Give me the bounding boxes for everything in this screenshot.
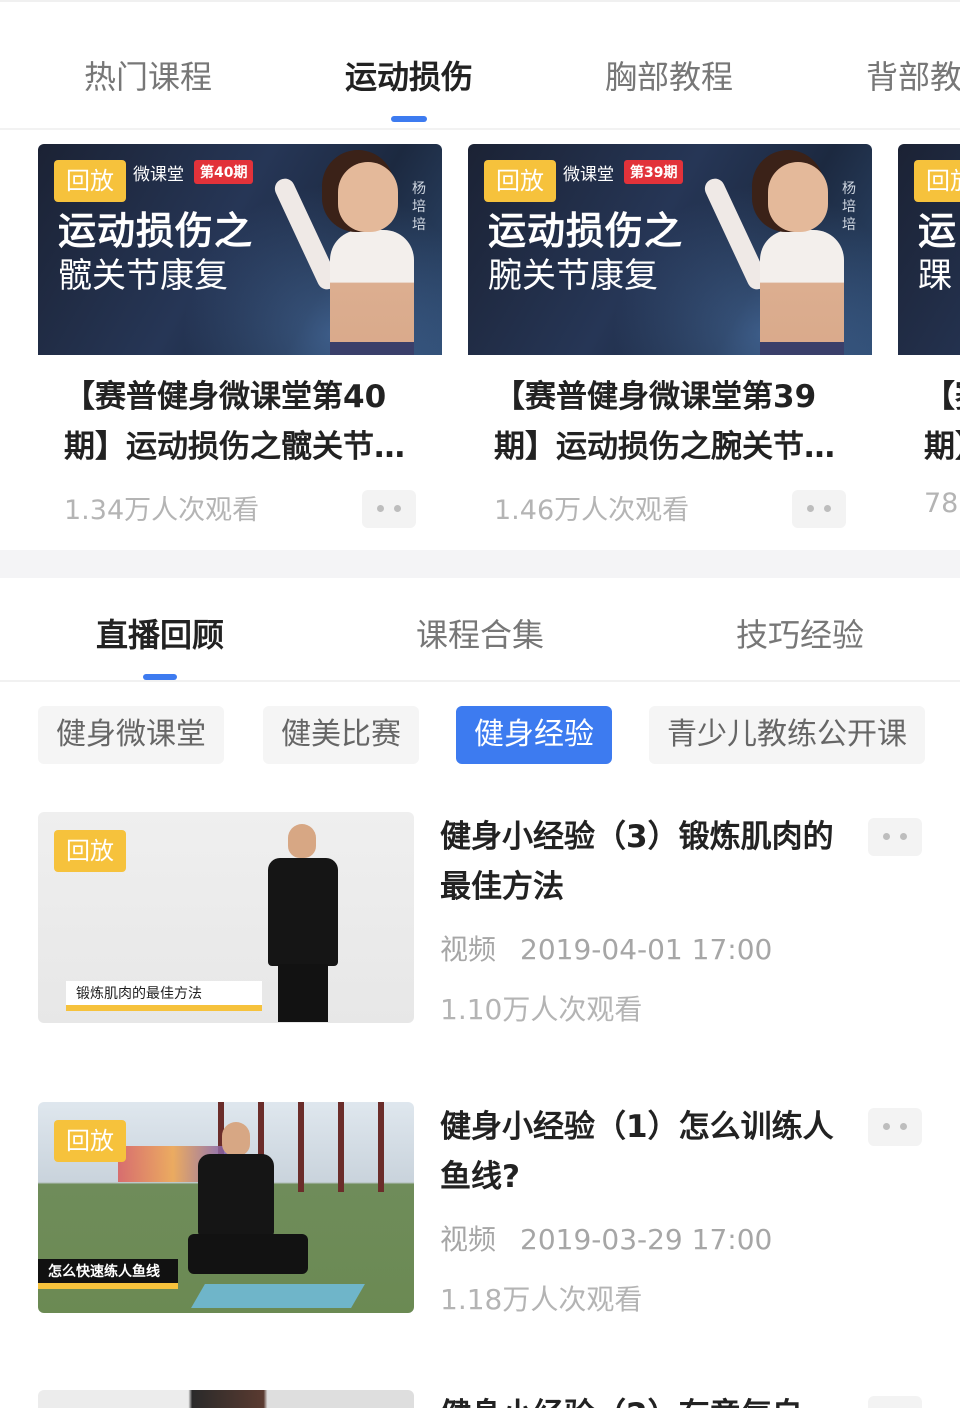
more-options-icon[interactable] bbox=[792, 490, 846, 528]
video-type: 视频 bbox=[440, 933, 497, 966]
brand-label: 微课堂 bbox=[133, 165, 184, 185]
video-list-item[interactable]: 健身小经验（2）有意气自 bbox=[0, 1390, 960, 1408]
tab-back-tutorial[interactable]: 背部教程 bbox=[866, 52, 960, 98]
active-tab-indicator bbox=[143, 674, 177, 680]
more-options-icon[interactable] bbox=[362, 490, 416, 528]
course-card[interactable]: 运动损伤之 腕关节康复 微课堂 第39期 杨培培 回放 【赛普健身微课堂第39期… bbox=[468, 144, 872, 550]
issue-tag: 第39期 bbox=[624, 160, 684, 184]
video-list-item[interactable]: 回放 怎么快速练人鱼线 健身小经验（1）怎么训练人鱼线? 视频 2019-03-2… bbox=[0, 1102, 960, 1342]
chip-fitness-microclass[interactable]: 健身微课堂 bbox=[38, 706, 224, 764]
tab-tips-experience[interactable]: 技巧经验 bbox=[736, 610, 864, 656]
thumbnail-subtitle: 踝 bbox=[918, 256, 952, 296]
active-tab-indicator bbox=[391, 116, 427, 122]
tab-hot-courses[interactable]: 热门课程 bbox=[84, 52, 212, 98]
thumbnail-title: 运动损伤之 bbox=[488, 209, 684, 253]
video-meta: 视频 2019-03-29 17:00 bbox=[440, 1218, 772, 1258]
section-divider bbox=[0, 550, 960, 578]
course-title[interactable]: 【赛普健身微课堂第39期】运动损伤之腕关节康复 bbox=[494, 372, 844, 472]
instructor-name: 杨培培 bbox=[842, 181, 856, 233]
course-thumbnail: 运动损伤之 髋关节康复 微课堂 第40期 杨培培 回放 bbox=[38, 144, 442, 355]
course-card[interactable]: 运动损伤之 髋关节康复 微课堂 第40期 杨培培 回放 【赛普健身微课堂第40期… bbox=[38, 144, 442, 550]
course-card-carousel[interactable]: 运动损伤之 髋关节康复 微课堂 第40期 杨培培 回放 【赛普健身微课堂第40期… bbox=[0, 130, 960, 550]
brand-label: 微课堂 bbox=[563, 165, 614, 185]
course-card[interactable]: 运 踝 回放 【赛普健身微课堂第38期】 78 bbox=[898, 144, 960, 550]
tab-course-collection[interactable]: 课程合集 bbox=[416, 610, 544, 656]
category-tab-bar: 热门课程 运动损伤 胸部教程 背部教程 bbox=[0, 0, 960, 130]
course-title[interactable]: 【赛普健身微课堂第40期】运动损伤之髋关节康复 bbox=[64, 372, 414, 472]
view-count: 1.46万人次观看 bbox=[494, 495, 690, 526]
video-title[interactable]: 健身小经验（3）锻炼肌肉的最佳方法 bbox=[440, 812, 850, 912]
tab-live-review[interactable]: 直播回顾 bbox=[96, 610, 224, 680]
issue-tag: 第40期 bbox=[194, 160, 254, 184]
more-options-icon[interactable] bbox=[868, 1108, 922, 1146]
section-tab-bar: 直播回顾 课程合集 技巧经验 bbox=[0, 578, 960, 682]
thumbnail-title: 运动损伤之 bbox=[58, 209, 254, 253]
view-count: 1.18万人次观看 bbox=[440, 1283, 643, 1316]
chip-youth-coach-open-class[interactable]: 青少儿教练公开课 bbox=[649, 706, 925, 764]
course-title[interactable]: 【赛普健身微课堂第38期】 bbox=[924, 372, 960, 472]
video-thumbnail[interactable]: 回放 锻炼肌肉的最佳方法 bbox=[38, 812, 414, 1023]
replay-badge: 回放 bbox=[54, 1120, 126, 1162]
course-thumbnail: 运 踝 回放 bbox=[898, 144, 960, 355]
video-thumbnail[interactable]: 回放 怎么快速练人鱼线 bbox=[38, 1102, 414, 1313]
instructor-name: 杨培培 bbox=[412, 181, 426, 233]
replay-badge: 回放 bbox=[54, 160, 126, 202]
course-thumbnail: 运动损伤之 腕关节康复 微课堂 第39期 杨培培 回放 bbox=[468, 144, 872, 355]
tab-chest-tutorial[interactable]: 胸部教程 bbox=[605, 52, 733, 98]
video-date: 2019-04-01 17:00 bbox=[520, 933, 773, 966]
view-count: 1.10万人次观看 bbox=[440, 993, 643, 1026]
more-options-icon[interactable] bbox=[868, 818, 922, 856]
video-title[interactable]: 健身小经验（2）有意气自 bbox=[440, 1390, 850, 1408]
view-count: 1.34万人次观看 bbox=[64, 495, 260, 526]
filter-chip-row: 健身微课堂 健美比赛 健身经验 青少儿教练公开课 bbox=[0, 706, 960, 766]
chip-bodybuilding-contest[interactable]: 健美比赛 bbox=[263, 706, 419, 764]
video-thumbnail[interactable] bbox=[38, 1390, 414, 1408]
video-type: 视频 bbox=[440, 1223, 497, 1256]
thumbnail-subtitle: 髋关节康复 bbox=[58, 256, 228, 296]
replay-badge: 回放 bbox=[914, 160, 960, 202]
view-count: 78 bbox=[924, 488, 959, 519]
replay-badge: 回放 bbox=[484, 160, 556, 202]
video-date: 2019-03-29 17:00 bbox=[520, 1223, 773, 1256]
tab-sports-injury[interactable]: 运动损伤 bbox=[345, 52, 473, 122]
chip-fitness-experience[interactable]: 健身经验 bbox=[456, 706, 612, 764]
thumbnail-title: 运 bbox=[918, 209, 958, 253]
replay-badge: 回放 bbox=[54, 830, 126, 872]
video-meta: 视频 2019-04-01 17:00 bbox=[440, 928, 772, 968]
video-title[interactable]: 健身小经验（1）怎么训练人鱼线? bbox=[440, 1102, 850, 1202]
thumbnail-caption: 怎么快速练人鱼线 bbox=[38, 1259, 178, 1289]
more-options-icon[interactable] bbox=[868, 1396, 922, 1408]
video-list-item[interactable]: 回放 锻炼肌肉的最佳方法 健身小经验（3）锻炼肌肉的最佳方法 视频 2019-04… bbox=[0, 812, 960, 1052]
thumbnail-caption: 锻炼肌肉的最佳方法 bbox=[66, 981, 262, 1011]
thumbnail-subtitle: 腕关节康复 bbox=[488, 256, 658, 296]
